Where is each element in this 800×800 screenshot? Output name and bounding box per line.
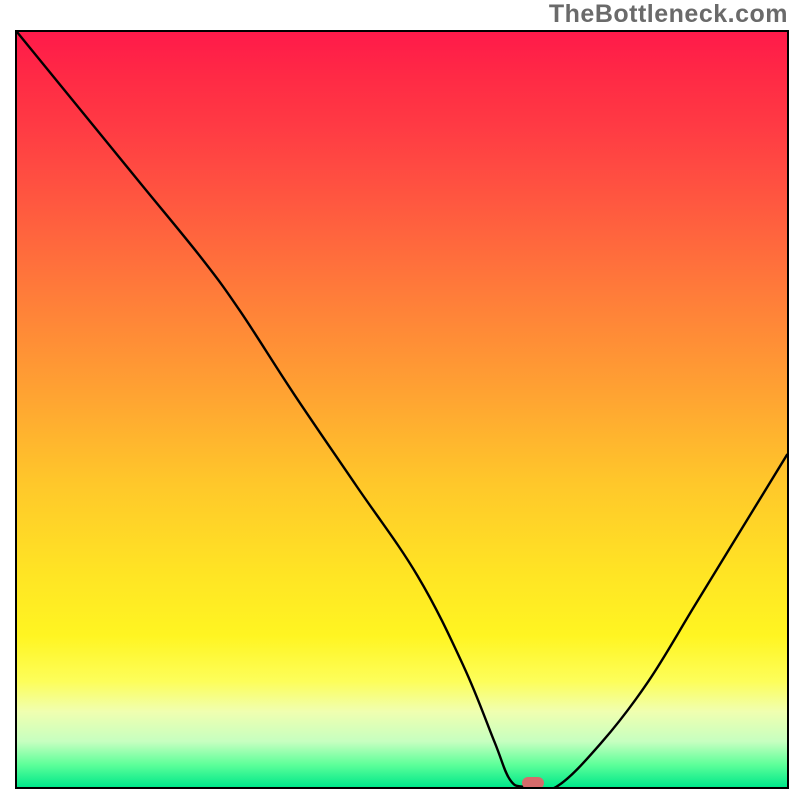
- plot-area: [15, 30, 789, 789]
- chart-container: TheBottleneck.com: [0, 0, 800, 800]
- bottleneck-curve: [17, 32, 787, 787]
- watermark-text: TheBottleneck.com: [549, 0, 788, 29]
- optimal-point-marker: [522, 777, 544, 789]
